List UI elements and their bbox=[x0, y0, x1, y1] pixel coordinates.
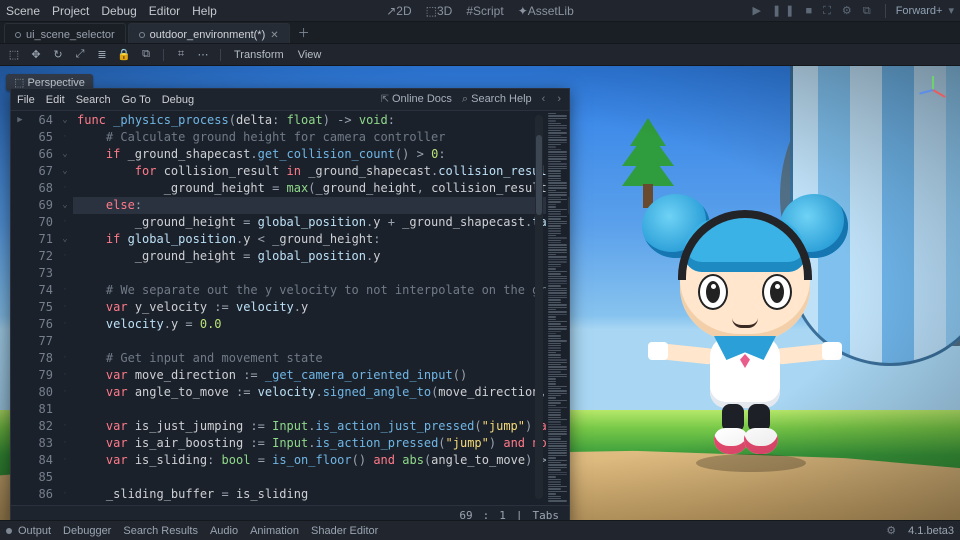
menu-scene[interactable]: Scene bbox=[6, 4, 40, 18]
workspace-script[interactable]: #Script bbox=[466, 4, 503, 18]
scene-modified-dot-icon bbox=[139, 32, 145, 38]
scene-modified-dot-icon bbox=[15, 32, 21, 38]
script-menu-goto[interactable]: Go To bbox=[122, 94, 151, 106]
player-character bbox=[650, 186, 840, 466]
bottom-tab-shader-editor[interactable]: Shader Editor bbox=[311, 525, 378, 537]
bottom-tab-animation[interactable]: Animation bbox=[250, 525, 299, 537]
output-indicator-icon bbox=[6, 528, 12, 534]
lock-tool-icon[interactable]: 🔒 bbox=[116, 48, 132, 61]
add-scene-tab-button[interactable]: ＋ bbox=[292, 24, 316, 41]
indent-mode[interactable]: Tabs bbox=[533, 509, 560, 520]
breakpoint-gutter[interactable]: ▶ bbox=[11, 111, 29, 505]
select-tool-icon[interactable]: ⬚ bbox=[6, 48, 22, 61]
script-statusbar: 69 : 1 | Tabs bbox=[11, 505, 569, 520]
script-menubar: File Edit Search Go To Debug Online Docs… bbox=[11, 89, 569, 111]
search-help-button[interactable]: Search Help bbox=[462, 93, 532, 106]
version-label: 4.1.beta3 bbox=[908, 525, 954, 537]
fold-gutter[interactable]: ⌄·⌄⌄·⌄·⌄··········· bbox=[57, 111, 73, 505]
menu-help[interactable]: Help bbox=[192, 4, 217, 18]
scene-tab[interactable]: outdoor_environment(*) ✕ bbox=[128, 23, 290, 43]
rotate-tool-icon[interactable]: ↻ bbox=[50, 48, 66, 61]
script-editor-panel: File Edit Search Go To Debug Online Docs… bbox=[10, 88, 570, 520]
script-nav-back-icon[interactable]: ‹ bbox=[542, 93, 548, 106]
script-menu-debug[interactable]: Debug bbox=[162, 94, 194, 106]
snap-options-icon[interactable]: ⋯ bbox=[195, 48, 211, 61]
script-menu-edit[interactable]: Edit bbox=[46, 94, 65, 106]
code-editor[interactable]: ▶ 64656667686970717273747576777879808182… bbox=[11, 111, 569, 505]
line-number-gutter: 6465666768697071727374757677787980818283… bbox=[29, 111, 57, 505]
scene-tab[interactable]: ui_scene_selector bbox=[4, 23, 126, 43]
move-tool-icon[interactable]: ✥ bbox=[28, 48, 44, 61]
orientation-gizmo[interactable] bbox=[916, 74, 950, 108]
workspace-2d[interactable]: ↗2D bbox=[386, 4, 411, 18]
script-nav-forward-icon[interactable]: › bbox=[557, 93, 563, 106]
bottom-tab-search[interactable]: Search Results bbox=[123, 525, 198, 537]
online-docs-link[interactable]: Online Docs bbox=[381, 93, 452, 106]
cursor-line: 69 bbox=[459, 509, 472, 520]
bottom-tab-debugger[interactable]: Debugger bbox=[63, 525, 111, 537]
menu-debug[interactable]: Debug bbox=[101, 4, 136, 18]
script-menu-file[interactable]: File bbox=[17, 94, 35, 106]
code-vertical-scrollbar[interactable] bbox=[535, 115, 543, 499]
group-tool-icon[interactable]: ⧉ bbox=[138, 48, 154, 61]
viewport-toolbar: ⬚ ✥ ↻ ⤢ ≣ 🔒 ⧉ ⌗ ⋯ Transform View bbox=[0, 44, 960, 66]
menu-editor[interactable]: Editor bbox=[149, 4, 180, 18]
workspace-3d[interactable]: ⬚3D bbox=[426, 4, 453, 18]
main-menubar: Scene Project Debug Editor Help ↗2D ⬚3D … bbox=[0, 0, 960, 22]
workspace-assetlib[interactable]: ✦AssetLib bbox=[518, 4, 574, 18]
chevron-down-icon[interactable]: ▾ bbox=[948, 4, 954, 17]
bottom-panel-bar: Output Debugger Search Results Audio Ani… bbox=[0, 520, 960, 540]
scrollbar-thumb[interactable] bbox=[536, 135, 542, 215]
app-menu: Scene Project Debug Editor Help bbox=[6, 4, 217, 18]
scene-tab-label: outdoor_environment(*) bbox=[150, 29, 266, 41]
snap-toggle-icon[interactable]: ⌗ bbox=[173, 48, 189, 61]
bottom-tab-audio[interactable]: Audio bbox=[210, 525, 238, 537]
cursor-col: 1 bbox=[499, 509, 506, 520]
play-controls: ▶ ❚❚ ■ ⛶ ⚙ ⧉ Forward+ ▾ bbox=[752, 4, 954, 18]
play-buttons-group[interactable]: ▶ ❚❚ ■ ⛶ ⚙ ⧉ bbox=[752, 4, 874, 18]
scene-tab-label: ui_scene_selector bbox=[26, 29, 115, 41]
code-minimap[interactable] bbox=[546, 112, 568, 502]
code-text-area[interactable]: func _physics_process(delta: float) -> v… bbox=[73, 111, 569, 505]
scene-tabbar: ui_scene_selector outdoor_environment(*)… bbox=[0, 22, 960, 44]
renderer-dropdown[interactable]: Forward+ bbox=[896, 5, 943, 17]
scale-tool-icon[interactable]: ⤢ bbox=[72, 48, 88, 61]
view-menu[interactable]: View bbox=[294, 49, 326, 61]
workspace-switcher: ↗2D ⬚3D #Script ✦AssetLib bbox=[386, 4, 574, 18]
editor-settings-icon[interactable]: ⚙ bbox=[886, 524, 896, 537]
script-menu-search[interactable]: Search bbox=[76, 94, 111, 106]
menu-project[interactable]: Project bbox=[52, 4, 89, 18]
bottom-tab-output[interactable]: Output bbox=[18, 525, 51, 537]
transform-menu[interactable]: Transform bbox=[230, 49, 288, 61]
close-icon[interactable]: ✕ bbox=[270, 30, 278, 41]
viewport-3d[interactable]: ⬚ Perspective File Edit Search Go To Deb… bbox=[0, 66, 960, 520]
list-tool-icon[interactable]: ≣ bbox=[94, 48, 110, 61]
